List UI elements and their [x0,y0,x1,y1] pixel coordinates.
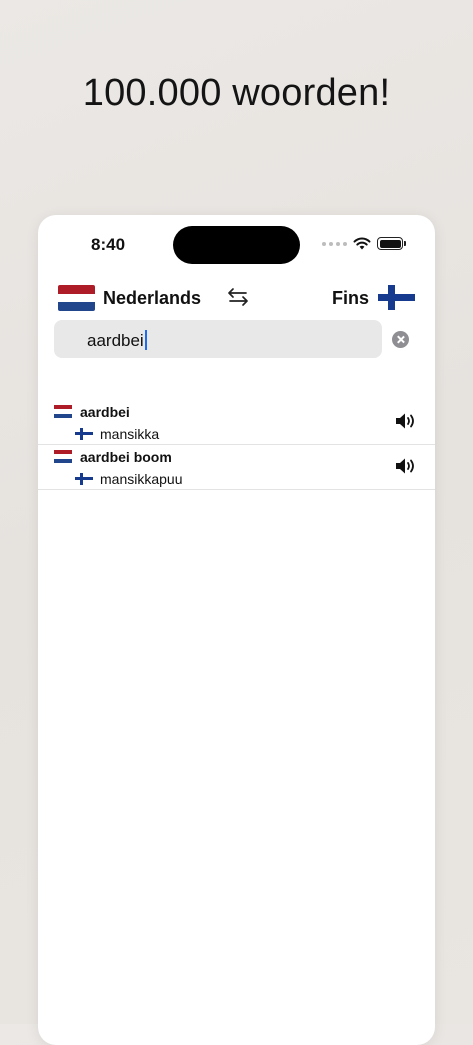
result-translation: mansikka [100,426,160,442]
result-row[interactable]: aardbei boom mansikkapuu [38,445,435,490]
netherlands-flag-icon [54,405,72,418]
source-language[interactable]: Nederlands [103,288,201,309]
target-language[interactable]: Fins [332,288,369,309]
signal-dots-icon [322,241,347,246]
search-input-value: aardbei [87,331,144,350]
battery-icon [377,237,406,250]
text-caret [144,330,147,350]
promo-headline: 100.000 woorden! [82,72,391,114]
clear-search-icon[interactable] [392,331,409,348]
result-translation: mansikkapuu [100,471,183,487]
speaker-icon[interactable] [395,457,417,475]
result-word: aardbei boom [80,449,172,465]
phone-screen: 8:40 Nederlands Fins aardbei aardbei man [38,215,435,1045]
search-input[interactable]: aardbei [54,320,382,358]
finland-flag-icon[interactable] [378,285,415,310]
wifi-icon [353,237,371,250]
result-word: aardbei [80,404,130,420]
netherlands-flag-icon[interactable] [58,285,95,311]
netherlands-flag-icon [54,450,72,463]
finland-flag-icon [75,428,93,440]
results-list: aardbei mansikka aardbei boom mansikkapu… [38,400,435,490]
swap-languages-icon[interactable] [226,285,250,309]
language-bar: Nederlands Fins [58,283,415,313]
result-row[interactable]: aardbei mansikka [38,400,435,445]
status-icons [322,237,406,250]
dynamic-island [173,226,300,264]
speaker-icon[interactable] [395,412,417,430]
finland-flag-icon [75,473,93,485]
status-time: 8:40 [91,235,126,254]
